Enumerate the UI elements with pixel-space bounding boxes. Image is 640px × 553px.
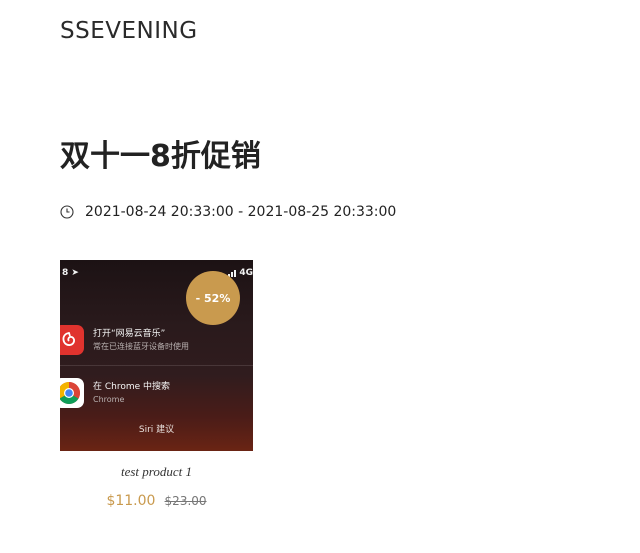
price-original: $23.00	[164, 494, 207, 508]
suggestion-subtitle: 常在已连接蓝牙设备时使用	[93, 341, 189, 351]
chrome-icon	[60, 378, 84, 408]
site-brand-logo[interactable]: SSEVENING	[60, 18, 198, 44]
status-bar-left: 8 ➤	[62, 268, 79, 278]
product-name-link[interactable]: test product 1	[60, 464, 253, 480]
siri-suggestion-netease: 打开“网易云音乐” 常在已连接蓝牙设备时使用	[60, 317, 253, 363]
date-range-text: 2021-08-24 20:33:00 - 2021-08-25 20:33:0…	[85, 204, 397, 220]
product-price: $11.00 $23.00	[60, 490, 253, 509]
sale-date-range: 2021-08-24 20:33:00 - 2021-08-25 20:33:0…	[60, 204, 396, 220]
network-label: 4G	[239, 268, 253, 278]
siri-suggestions-label: Siri 建议	[138, 425, 175, 435]
status-bar-right: 4G	[228, 268, 253, 278]
page-title: 双十一8折促销	[60, 139, 261, 174]
suggestion-title: 在 Chrome 中搜索	[93, 381, 171, 392]
product-card[interactable]: 8 ➤ 4G - 52% 打开“网易云音乐” 常在已连接蓝牙设备时使用 在 Ch…	[60, 260, 253, 509]
product-image[interactable]: 8 ➤ 4G - 52% 打开“网易云音乐” 常在已连接蓝牙设备时使用 在 Ch…	[60, 260, 253, 451]
price-current: $11.00	[106, 493, 156, 509]
netease-music-icon	[60, 325, 84, 355]
suggestion-title: 打开“网易云音乐”	[93, 328, 166, 339]
suggestion-subtitle: Chrome	[93, 394, 125, 404]
clock-icon	[60, 205, 74, 219]
row-divider	[60, 365, 253, 366]
siri-suggestion-chrome: 在 Chrome 中搜索 Chrome	[60, 370, 253, 416]
